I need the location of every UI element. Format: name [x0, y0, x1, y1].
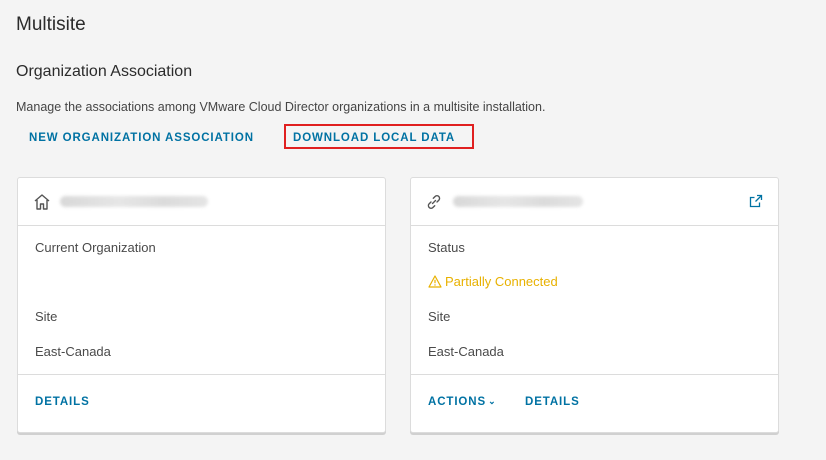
- redacted-association-name: [453, 196, 583, 207]
- card-header: [411, 178, 778, 226]
- site-value: East-Canada: [35, 344, 111, 359]
- warning-icon: [428, 275, 442, 288]
- current-organization-card: Current Organization Site East-Canada DE…: [17, 177, 386, 433]
- status-text: Partially Connected: [445, 274, 558, 289]
- site-label: Site: [428, 309, 451, 324]
- link-icon: [427, 195, 441, 209]
- page-title: Multisite: [16, 14, 86, 35]
- section-description: Manage the associations among VMware Clo…: [16, 100, 546, 114]
- status-label: Status: [428, 240, 465, 255]
- new-organization-association-button[interactable]: NEW ORGANIZATION ASSOCIATION: [29, 128, 254, 148]
- status-value: Partially Connected: [428, 274, 558, 289]
- external-link-icon[interactable]: [748, 193, 764, 209]
- current-organization-label: Current Organization: [35, 240, 156, 255]
- site-label: Site: [35, 309, 58, 324]
- home-icon: [34, 194, 50, 210]
- actions-dropdown[interactable]: ACTIONS ⌄: [428, 396, 497, 408]
- card-header: [18, 178, 385, 226]
- associated-organization-card: Status Partially Connected Site East-Can…: [410, 177, 779, 433]
- redacted-organization-name: [60, 196, 208, 207]
- site-value: East-Canada: [428, 344, 504, 359]
- chevron-down-icon: ⌄: [488, 396, 497, 406]
- actions-label: ACTIONS: [428, 396, 487, 408]
- section-title: Organization Association: [16, 63, 193, 80]
- details-button[interactable]: DETAILS: [35, 396, 90, 408]
- details-button[interactable]: DETAILS: [525, 396, 580, 408]
- download-local-data-button[interactable]: DOWNLOAD LOCAL DATA: [293, 128, 455, 148]
